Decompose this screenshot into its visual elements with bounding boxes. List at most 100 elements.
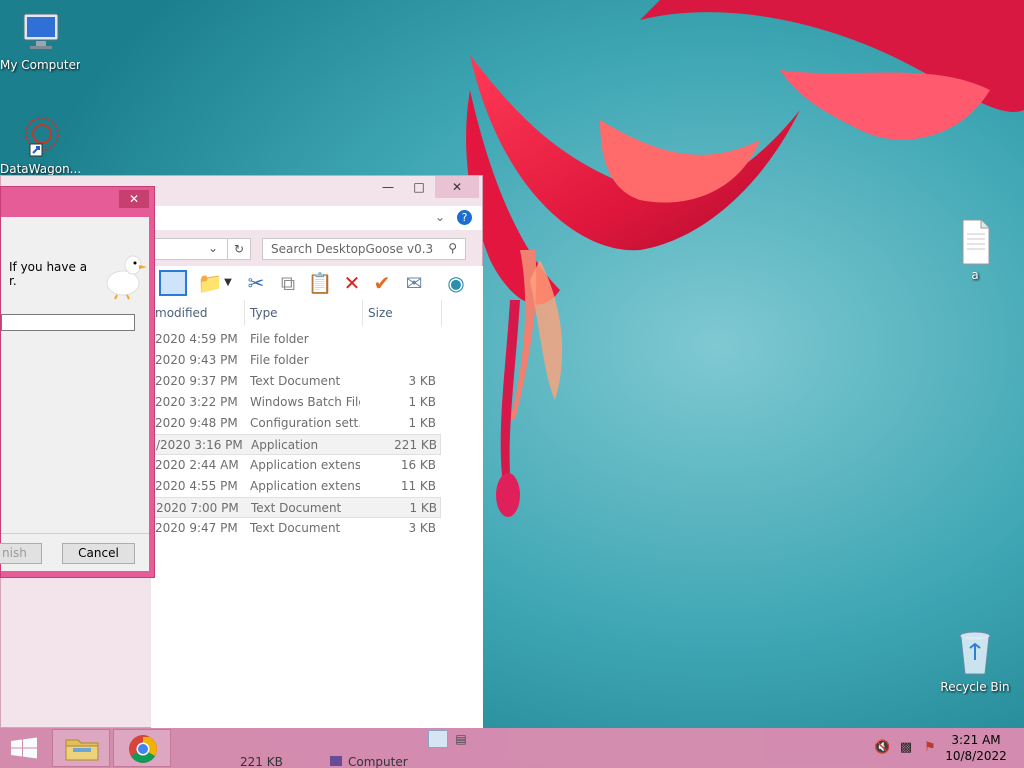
close-button[interactable]: ✕ <box>119 190 149 208</box>
delete-icon[interactable]: ✕ <box>339 270 365 296</box>
cell-modified: 2020 9:37 PM <box>155 374 238 388</box>
chevron-down-icon[interactable]: ⌄ <box>435 210 445 224</box>
taskbar: ▤ 221 KB Computer 🔇 ▩ ⚑ 3:21 AM 10/8/202… <box>0 728 1024 768</box>
cell-type: Application <box>251 438 319 452</box>
desktop-icon-label: a <box>971 268 979 282</box>
table-row[interactable]: 2020 7:00 PM Text Document 1 KB <box>151 497 441 518</box>
desktop-icon-datawagon[interactable]: DataWagon... <box>0 112 80 177</box>
cell-size: 3 KB <box>408 521 436 535</box>
windows-logo-icon <box>11 737 37 759</box>
action-center-flag-icon[interactable]: ⚑ <box>922 740 938 756</box>
minimize-button[interactable]: — <box>373 176 403 198</box>
cell-modified: 2020 2:44 AM <box>155 458 239 472</box>
dialog-separator <box>1 533 149 534</box>
dialog-body: If you have a r. nish Cancel <box>0 217 149 571</box>
volume-muted-icon[interactable]: 🔇 <box>874 740 890 756</box>
properties-icon[interactable]: ✉ <box>401 270 427 296</box>
search-input[interactable]: Search DesktopGoose v0.3 ⚲ <box>262 238 466 260</box>
clock-time: 3:21 AM <box>951 733 1001 747</box>
desktop-icon-label: Recycle Bin <box>940 680 1010 694</box>
cell-modified: 2020 9:48 PM <box>155 416 238 430</box>
table-row[interactable]: 2020 9:37 PM Text Document 3 KB <box>151 371 441 392</box>
column-header-modified[interactable]: modified <box>151 300 245 326</box>
taskbar-file-explorer-button[interactable] <box>52 729 110 767</box>
dialog-message: If you have a r. <box>9 260 88 288</box>
explorer-toolbar: 📁 ▼ ✂ ⧉ 📋 ✕ ✔ ✉ ◉ <box>151 266 483 300</box>
close-button[interactable]: ✕ <box>435 176 479 198</box>
taskbar-chrome-button[interactable] <box>113 729 171 767</box>
cell-type: Application extens... <box>250 479 360 493</box>
paste-icon[interactable]: 📋 <box>307 270 333 296</box>
search-icon[interactable]: ⚲ <box>448 241 457 255</box>
goose-icon <box>103 251 149 301</box>
system-clock[interactable]: 3:21 AM 10/8/2022 <box>944 732 1008 764</box>
cut-icon[interactable]: ✂ <box>243 270 269 296</box>
desktop-icon-a[interactable]: a <box>935 218 1015 283</box>
large-icons-view-icon[interactable]: ▤ <box>452 730 470 748</box>
cell-type: File folder <box>250 332 309 346</box>
maximize-button[interactable]: □ <box>404 176 434 198</box>
finish-button[interactable]: nish <box>0 543 42 564</box>
cell-modified: 2020 4:55 PM <box>155 479 238 493</box>
clock-date: 10/8/2022 <box>945 749 1007 763</box>
folder-icon <box>65 739 99 761</box>
refresh-icon[interactable]: ↻ <box>227 238 251 260</box>
file-list: modified Type Size 2020 4:59 PM File fol… <box>151 300 483 728</box>
table-row[interactable]: 2020 9:43 PM File folder <box>151 350 441 371</box>
cell-type: Windows Batch File <box>250 395 360 409</box>
cell-type: File folder <box>250 353 309 367</box>
cell-modified: 2020 4:59 PM <box>155 332 238 346</box>
globe-icon[interactable]: ◉ <box>443 270 469 296</box>
cell-size: 11 KB <box>400 479 436 493</box>
folder-options-icon[interactable]: 📁 <box>197 270 223 296</box>
recycle-bin-icon <box>951 630 999 678</box>
details-view-icon[interactable] <box>428 730 448 748</box>
cell-size: 3 KB <box>408 374 436 388</box>
table-row[interactable]: 2020 2:44 AM Application extens... 16 KB <box>151 455 441 476</box>
table-row[interactable]: /2020 3:16 PM Application 221 KB <box>151 434 441 455</box>
cell-size: 1 KB <box>408 416 436 430</box>
cell-type: Text Document <box>250 521 341 535</box>
cell-size: 1 KB <box>408 395 436 409</box>
cell-type: Application extens... <box>250 458 360 472</box>
table-row[interactable]: 2020 9:48 PM Configuration sett... 1 KB <box>151 413 441 434</box>
table-row[interactable]: 2020 3:22 PM Windows Batch File 1 KB <box>151 392 441 413</box>
cell-modified: /2020 3:16 PM <box>156 438 243 452</box>
chevron-down-icon[interactable]: ▼ <box>221 270 235 296</box>
desktop-icon-label: My Computer <box>0 58 80 72</box>
cell-type: Text Document <box>250 374 341 388</box>
cell-modified: 2020 9:43 PM <box>155 353 238 367</box>
cell-type: Configuration sett... <box>250 416 360 430</box>
datawagon-icon <box>16 112 64 160</box>
cell-size: 16 KB <box>400 458 436 472</box>
table-row[interactable]: 2020 9:47 PM Text Document 3 KB <box>151 518 441 539</box>
chevron-down-icon[interactable]: ⌄ <box>208 241 218 255</box>
cell-modified: 2020 9:47 PM <box>155 521 238 535</box>
status-selected-size: 221 KB <box>240 755 283 768</box>
start-button[interactable] <box>0 729 48 767</box>
view-pane-icon[interactable] <box>159 270 187 296</box>
computer-small-icon <box>330 756 342 766</box>
column-header-type[interactable]: Type <box>246 300 363 326</box>
dialog-text-field[interactable] <box>1 314 135 331</box>
network-icon[interactable]: ▩ <box>898 740 914 756</box>
text-file-icon <box>951 218 999 266</box>
cell-size: 1 KB <box>409 501 437 515</box>
cancel-button[interactable]: Cancel <box>62 543 135 564</box>
cell-modified: 2020 3:22 PM <box>155 395 238 409</box>
search-placeholder: Search DesktopGoose v0.3 <box>271 242 434 256</box>
cell-modified: 2020 7:00 PM <box>156 501 239 515</box>
table-row[interactable]: 2020 4:59 PM File folder <box>151 329 441 350</box>
computer-icon <box>16 8 64 56</box>
desktop-icon-recycle-bin[interactable]: Recycle Bin <box>935 630 1015 695</box>
cell-size: 221 KB <box>394 438 437 452</box>
checkmark-icon[interactable]: ✔ <box>369 270 395 296</box>
desktop-icon-my-computer[interactable]: My Computer <box>0 8 80 73</box>
column-header-size[interactable]: Size <box>364 300 442 326</box>
copy-icon[interactable]: ⧉ <box>275 270 301 296</box>
table-row[interactable]: 2020 4:55 PM Application extens... 11 KB <box>151 476 441 497</box>
setup-dialog[interactable]: ✕ If you have a r. nish Cancel <box>0 186 155 578</box>
status-location: Computer <box>348 755 408 768</box>
cell-type: Text Document <box>251 501 342 515</box>
help-icon[interactable]: ? <box>457 210 472 225</box>
